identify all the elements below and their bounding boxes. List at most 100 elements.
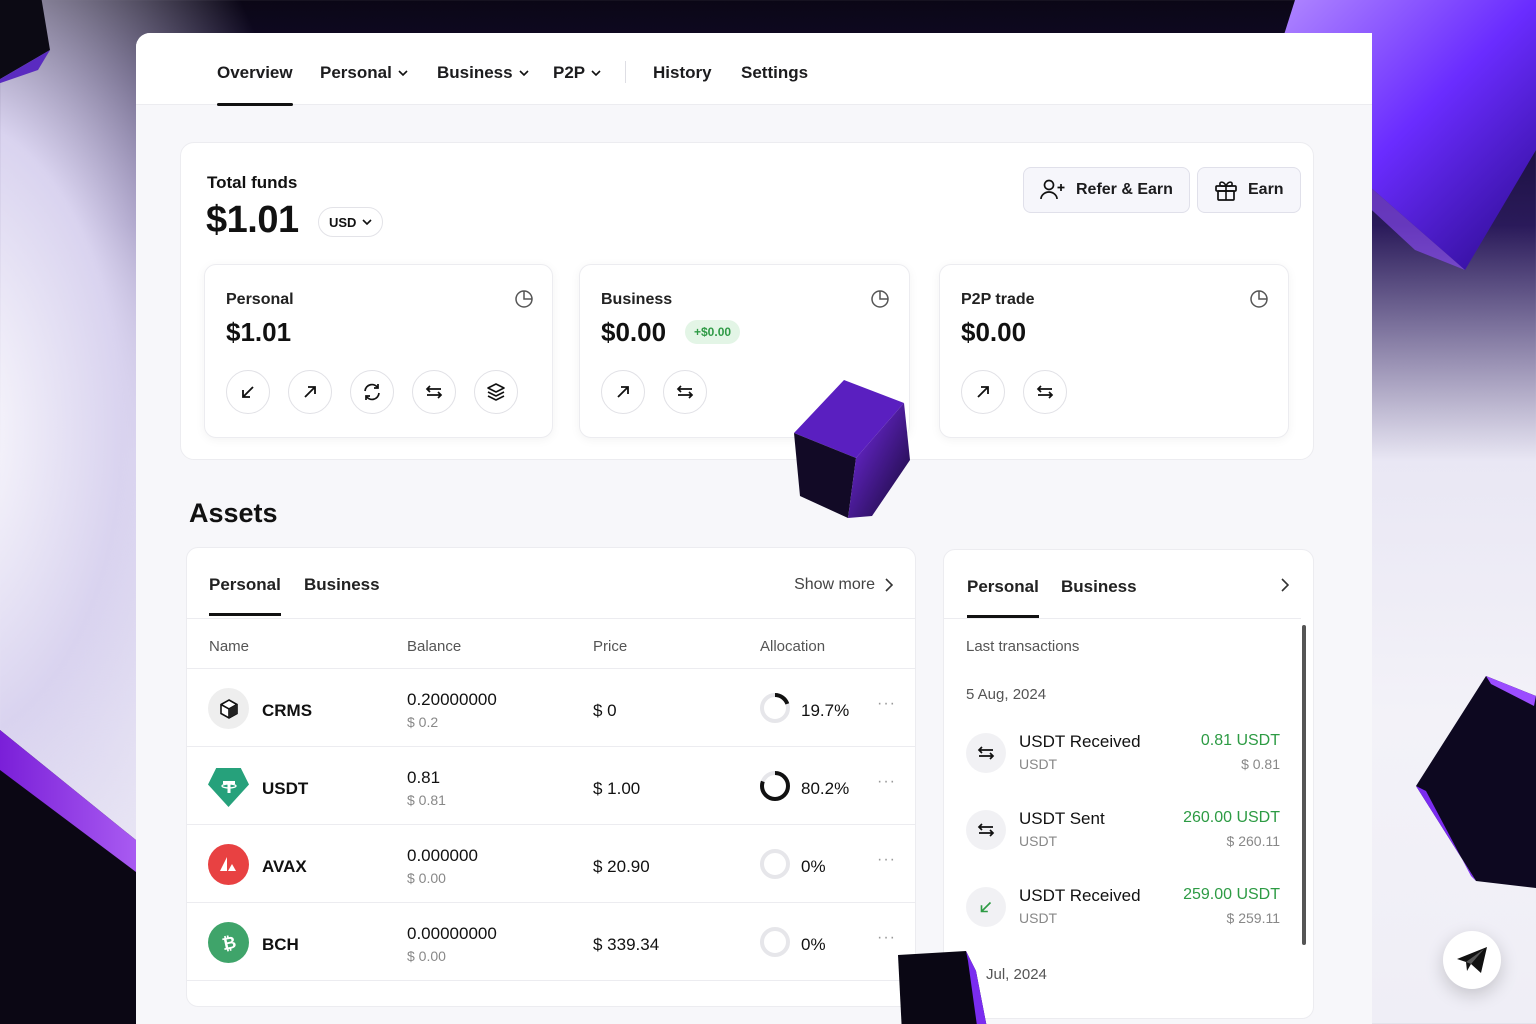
- table-row[interactable]: CRMS 0.20000000 $ 0.2 $ 0 19.7% ···: [187, 669, 915, 747]
- nav-p2p[interactable]: P2P: [553, 63, 601, 83]
- column-price: Price: [593, 638, 628, 655]
- swap-button[interactable]: [350, 370, 394, 414]
- chevron-right-icon[interactable]: [1281, 578, 1289, 592]
- wallet-title: Personal: [226, 291, 294, 308]
- transaction-usd: $ 0.81: [1241, 756, 1280, 772]
- pie-chart-icon[interactable]: [514, 289, 534, 309]
- telegram-chat-button[interactable]: [1443, 931, 1501, 989]
- chevron-down-icon: [362, 219, 373, 226]
- nav-settings-label: Settings: [741, 63, 809, 82]
- nav-settings[interactable]: Settings: [741, 63, 808, 83]
- wallet-amount: $1.01: [226, 317, 292, 347]
- stake-button[interactable]: [474, 370, 518, 414]
- nav-p2p-label: P2P: [553, 63, 586, 82]
- avalanche-icon: [208, 844, 249, 885]
- allocation-ring: [760, 771, 790, 801]
- wallet-card-p2p[interactable]: P2P trade $0.00: [939, 264, 1289, 438]
- nav-history[interactable]: History: [653, 63, 712, 83]
- transaction-asset: USDT: [1019, 910, 1058, 926]
- transaction-item[interactable]: USDT Sent USDT 260.00 USDT $ 260.11: [944, 803, 1301, 863]
- asset-allocation: 0%: [801, 857, 826, 876]
- change-badge: +$0.00: [685, 320, 741, 344]
- chevron-down-icon: [519, 70, 529, 77]
- refer-earn-button[interactable]: Refer & Earn: [1023, 167, 1190, 213]
- send-button[interactable]: [288, 370, 332, 414]
- app-window: Overview Personal Business P2P History S…: [136, 33, 1372, 1024]
- transaction-title: USDT Received: [1019, 886, 1141, 905]
- wallet-title: Business: [601, 291, 673, 308]
- currency-value: USD: [329, 214, 357, 230]
- more-options-icon[interactable]: ···: [877, 929, 896, 947]
- transfer-icon: [676, 385, 694, 399]
- asset-balance: 0.20000000: [407, 690, 497, 709]
- more-options-icon[interactable]: ···: [877, 773, 896, 791]
- svg-text:₿: ₿: [220, 932, 238, 954]
- table-row[interactable]: AVAX 0.000000 $ 0.00 $ 20.90 0% ···: [187, 825, 915, 903]
- gift-icon: [1215, 181, 1237, 201]
- currency-select[interactable]: USD: [318, 207, 384, 237]
- earn-button[interactable]: Earn: [1197, 167, 1301, 213]
- asset-name: CRMS: [262, 701, 313, 720]
- decorative-cube-bottom: [898, 951, 987, 1024]
- refer-earn-label: Refer & Earn: [1076, 181, 1173, 198]
- tether-icon: [208, 768, 249, 807]
- transfer-button[interactable]: [412, 370, 456, 414]
- total-funds-amount: $1.01: [206, 199, 299, 241]
- tab-business[interactable]: Business: [1061, 577, 1137, 597]
- transaction-item[interactable]: USDT Received USDT 0.81 USDT $ 0.81: [944, 726, 1301, 786]
- more-options-icon[interactable]: ···: [877, 695, 896, 713]
- top-navigation: Overview Personal Business P2P History S…: [136, 33, 1372, 106]
- column-allocation: Allocation: [760, 638, 826, 655]
- table-row[interactable]: USDT 0.81 $ 0.81 $ 1.00 80.2% ···: [187, 747, 915, 825]
- asset-allocation: 80.2%: [801, 779, 850, 798]
- transaction-amount: 260.00 USDT: [1183, 809, 1280, 826]
- transaction-asset: USDT: [1019, 756, 1058, 772]
- show-more-link[interactable]: Show more: [794, 576, 893, 594]
- transaction-item[interactable]: USDT Received USDT 259.00 USDT $ 259.11: [944, 880, 1301, 940]
- bitcoin-cash-icon: ₿: [208, 922, 249, 963]
- nav-business[interactable]: Business: [437, 63, 529, 83]
- scrollbar[interactable]: [1302, 625, 1306, 945]
- transaction-amount: 0.81 USDT: [1200, 732, 1280, 749]
- nav-overview[interactable]: Overview: [217, 63, 293, 106]
- nav-personal[interactable]: Personal: [320, 63, 408, 83]
- allocation-ring: [760, 849, 790, 879]
- chevron-down-icon: [591, 70, 601, 77]
- transaction-title: USDT Sent: [1019, 809, 1105, 828]
- wallet-title: P2P trade: [961, 291, 1035, 308]
- assets-heading: Assets: [189, 498, 278, 528]
- decorative-cube-center: [794, 380, 910, 518]
- table-header: Name Balance Price Allocation: [187, 618, 915, 669]
- transfer-icon: [966, 733, 1006, 773]
- send-button[interactable]: [961, 370, 1005, 414]
- asset-balance: 0.000000: [407, 846, 478, 865]
- wallet-amount: $0.00: [601, 317, 667, 347]
- swap-icon: [364, 383, 380, 401]
- transactions-card: Personal Business Last transactions 5 Au…: [943, 549, 1314, 1019]
- send-icon: [977, 386, 989, 398]
- chevron-down-icon: [398, 70, 408, 77]
- decorative-cube-right: [1416, 676, 1536, 888]
- asset-allocation: 19.7%: [801, 701, 850, 720]
- tab-business[interactable]: Business: [304, 575, 380, 595]
- receive-button[interactable]: [226, 370, 270, 414]
- transfer-icon: [1036, 385, 1054, 399]
- total-funds-panel: Total funds $1.01 USD Refer & Earn Earn …: [180, 142, 1314, 460]
- send-button[interactable]: [601, 370, 645, 414]
- wallet-amount: $0.00: [961, 317, 1027, 347]
- tab-personal[interactable]: Personal: [967, 577, 1039, 618]
- column-balance: Balance: [407, 638, 462, 655]
- transaction-title: USDT Received: [1019, 732, 1141, 751]
- pie-chart-icon[interactable]: [1249, 289, 1269, 309]
- decorative-cube-top-left: [0, 0, 50, 84]
- nav-overview-label: Overview: [217, 63, 293, 82]
- tab-personal[interactable]: Personal: [209, 575, 281, 616]
- pie-chart-icon[interactable]: [870, 289, 890, 309]
- more-options-icon[interactable]: ···: [877, 851, 896, 869]
- transfer-button[interactable]: [1023, 370, 1067, 414]
- stack-layers-icon: [487, 383, 505, 401]
- wallet-card-personal[interactable]: Personal $1.01: [204, 264, 553, 438]
- transfer-button[interactable]: [663, 370, 707, 414]
- table-row[interactable]: ₿ BCH 0.00000000 $ 0.00 $ 339.34 0% ···: [187, 903, 915, 981]
- nav-personal-label: Personal: [320, 63, 392, 82]
